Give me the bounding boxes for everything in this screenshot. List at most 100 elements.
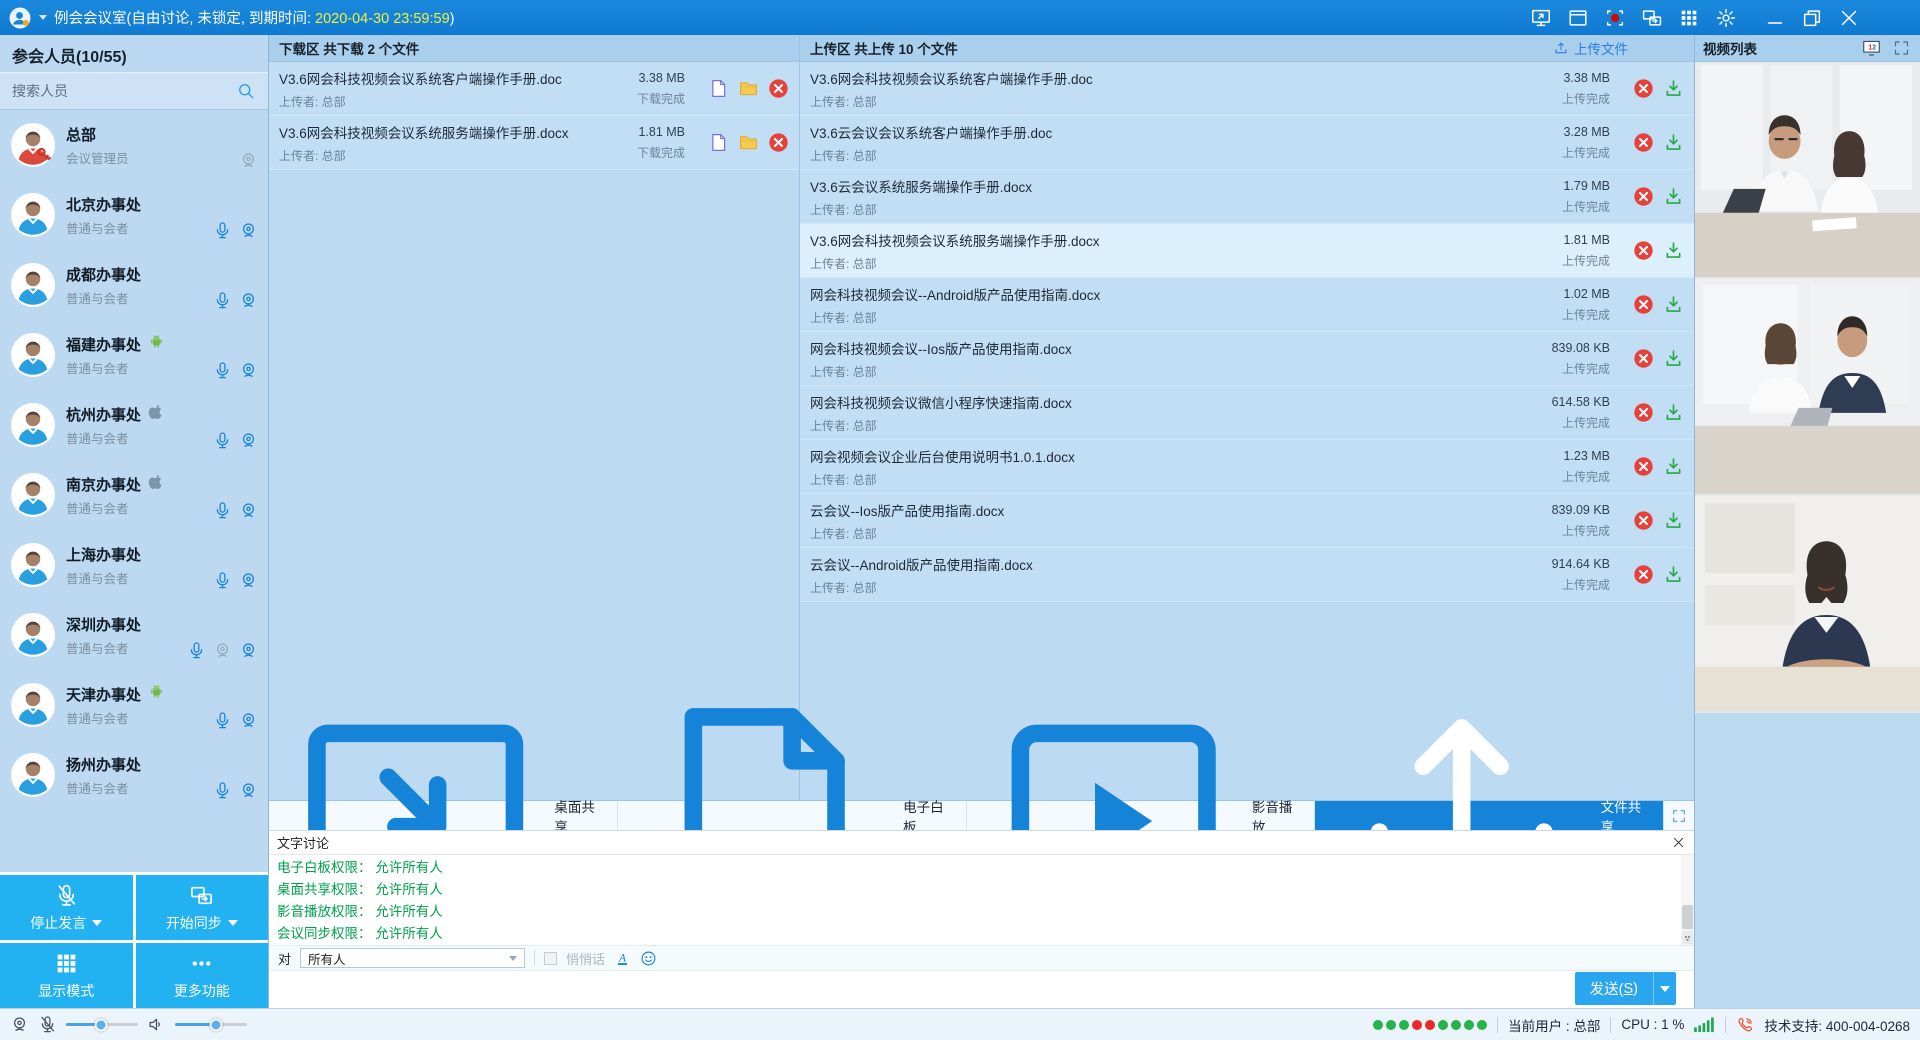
- delete-icon[interactable]: [1633, 294, 1654, 315]
- mic-icon[interactable]: [213, 221, 232, 240]
- chevron-down-icon[interactable]: [39, 15, 47, 20]
- settings-icon[interactable]: [1715, 7, 1737, 29]
- mic-icon[interactable]: [213, 781, 232, 800]
- webcam-icon[interactable]: [239, 361, 258, 380]
- close-icon[interactable]: [1671, 835, 1686, 850]
- webcam-icon[interactable]: [239, 431, 258, 450]
- participant-row[interactable]: 北京办事处 普通与会者: [0, 180, 268, 250]
- participant-row[interactable]: 成都办事处 普通与会者: [0, 250, 268, 320]
- scrollbar-button[interactable]: [1682, 931, 1693, 944]
- delete-icon[interactable]: [1633, 78, 1654, 99]
- upload-file-row[interactable]: 网会科技视频会议微信小程序快速指南.docx 上传者: 总部 614.58 KB…: [800, 386, 1694, 440]
- upload-file-row[interactable]: 网会视频会议企业后台使用说明书1.0.1.docx 上传者: 总部 1.23 M…: [800, 440, 1694, 494]
- upload-file-row[interactable]: 网会科技视频会议--Ios版产品使用指南.docx 上传者: 总部 839.08…: [800, 332, 1694, 386]
- delete-icon[interactable]: [1633, 456, 1654, 477]
- delete-icon[interactable]: [1633, 402, 1654, 423]
- mic-icon[interactable]: [213, 571, 232, 590]
- upload-file-row[interactable]: 云会议--Ios版产品使用指南.docx 上传者: 总部 839.09 KB 上…: [800, 494, 1694, 548]
- mic-icon[interactable]: [213, 431, 232, 450]
- download-file-row[interactable]: V3.6网会科技视频会议系统客户端操作手册.doc 上传者: 总部 3.38 M…: [269, 62, 799, 116]
- upload-file-row[interactable]: V3.6网会科技视频会议系统服务端操作手册.docx 上传者: 总部 1.81 …: [800, 224, 1694, 278]
- download-icon[interactable]: [1663, 402, 1684, 423]
- mic-icon[interactable]: [213, 711, 232, 730]
- mic-volume-slider[interactable]: [66, 1023, 138, 1026]
- participant-row[interactable]: 福建办事处 普通与会者: [0, 320, 268, 390]
- mic-icon[interactable]: [187, 641, 206, 660]
- delete-icon[interactable]: [1633, 132, 1654, 153]
- mic-icon[interactable]: [213, 501, 232, 520]
- slider-thumb[interactable]: [210, 1018, 223, 1031]
- monitor-12-icon[interactable]: 12: [1861, 39, 1882, 57]
- mic-muted-icon[interactable]: [38, 1015, 57, 1034]
- open-folder-icon[interactable]: [738, 132, 759, 153]
- open-file-icon[interactable]: [708, 132, 729, 153]
- webcam-icon[interactable]: [239, 781, 258, 800]
- slider-thumb[interactable]: [94, 1018, 107, 1031]
- video-feed[interactable]: [1695, 496, 1920, 713]
- webcam-icon[interactable]: [239, 571, 258, 590]
- participant-row[interactable]: 深圳办事处 普通与会者: [0, 600, 268, 670]
- record-icon[interactable]: [1604, 7, 1626, 29]
- scrollbar[interactable]: [1681, 855, 1694, 945]
- download-icon[interactable]: [1663, 456, 1684, 477]
- delete-icon[interactable]: [1633, 510, 1654, 531]
- share-tab[interactable]: 电子白板: [618, 801, 967, 830]
- control-button[interactable]: 停止发言: [0, 875, 133, 940]
- speaker-icon[interactable]: [147, 1015, 166, 1034]
- upload-file-row[interactable]: V3.6云会议系统服务端操作手册.docx 上传者: 总部 1.79 MB 上传…: [800, 170, 1694, 224]
- participant-row[interactable]: 杭州办事处 普通与会者: [0, 390, 268, 460]
- upload-file-button[interactable]: 上传文件: [1553, 38, 1628, 58]
- webcam-icon[interactable]: [239, 641, 258, 660]
- webcam-icon[interactable]: [239, 221, 258, 240]
- speaker-volume-slider[interactable]: [175, 1023, 247, 1026]
- window-preview-icon[interactable]: [1567, 7, 1589, 29]
- download-icon[interactable]: [1663, 186, 1684, 207]
- video-feed[interactable]: [1695, 62, 1920, 279]
- share-tab[interactable]: 文件共享: [1315, 801, 1664, 830]
- fullscreen-icon[interactable]: [1891, 39, 1912, 57]
- mic-icon[interactable]: [213, 291, 232, 310]
- download-icon[interactable]: [1663, 510, 1684, 531]
- scrollbar-thumb[interactable]: [1682, 905, 1693, 929]
- upload-file-row[interactable]: V3.6云会议会议系统客户端操作手册.doc 上传者: 总部 3.28 MB 上…: [800, 116, 1694, 170]
- open-file-icon[interactable]: [708, 78, 729, 99]
- upload-file-row[interactable]: 云会议--Android版产品使用指南.docx 上传者: 总部 914.64 …: [800, 548, 1694, 602]
- recipient-select[interactable]: 所有人: [300, 948, 525, 968]
- webcam-icon[interactable]: [10, 1015, 29, 1034]
- fullscreen-icon[interactable]: [1664, 801, 1694, 830]
- maximize-icon[interactable]: [1801, 7, 1823, 29]
- close-icon[interactable]: [1838, 7, 1860, 29]
- webcam-icon[interactable]: [239, 711, 258, 730]
- delete-icon[interactable]: [768, 78, 789, 99]
- delete-icon[interactable]: [1633, 348, 1654, 369]
- share-tab[interactable]: 影音播放: [967, 801, 1316, 830]
- sync-screens-icon[interactable]: [1641, 7, 1663, 29]
- control-button[interactable]: 更多功能: [136, 943, 269, 1008]
- participant-row[interactable]: 天津办事处 普通与会者: [0, 670, 268, 740]
- download-icon[interactable]: [1663, 78, 1684, 99]
- download-icon[interactable]: [1663, 132, 1684, 153]
- search-icon[interactable]: [236, 81, 256, 101]
- control-button[interactable]: 开始同步: [136, 875, 269, 940]
- upload-file-row[interactable]: V3.6网会科技视频会议系统客户端操作手册.doc 上传者: 总部 3.38 M…: [800, 62, 1694, 116]
- webcam-off-icon[interactable]: [213, 641, 232, 660]
- grid-dots-icon[interactable]: [1678, 7, 1700, 29]
- participant-row[interactable]: 南京办事处 普通与会者: [0, 460, 268, 530]
- whisper-checkbox[interactable]: [544, 952, 557, 965]
- download-icon[interactable]: [1663, 348, 1684, 369]
- upload-file-row[interactable]: 网会科技视频会议--Android版产品使用指南.docx 上传者: 总部 1.…: [800, 278, 1694, 332]
- participant-row[interactable]: 上海办事处 普通与会者: [0, 530, 268, 600]
- open-folder-icon[interactable]: [738, 78, 759, 99]
- share-tab[interactable]: 桌面共享: [269, 801, 618, 830]
- chat-input[interactable]: 发送(S): [269, 971, 1694, 1008]
- control-button[interactable]: 显示模式: [0, 943, 133, 1008]
- send-options-arrow[interactable]: [1653, 972, 1676, 1005]
- delete-icon[interactable]: [1633, 186, 1654, 207]
- minimize-icon[interactable]: [1764, 7, 1786, 29]
- font-color-icon[interactable]: A: [614, 950, 631, 967]
- mic-icon[interactable]: [213, 361, 232, 380]
- participant-row[interactable]: 总部 会议管理员: [0, 110, 268, 180]
- participant-row[interactable]: 扬州办事处 普通与会者: [0, 740, 268, 810]
- screen-share-icon[interactable]: [1530, 7, 1552, 29]
- send-button[interactable]: 发送(S): [1575, 972, 1676, 1005]
